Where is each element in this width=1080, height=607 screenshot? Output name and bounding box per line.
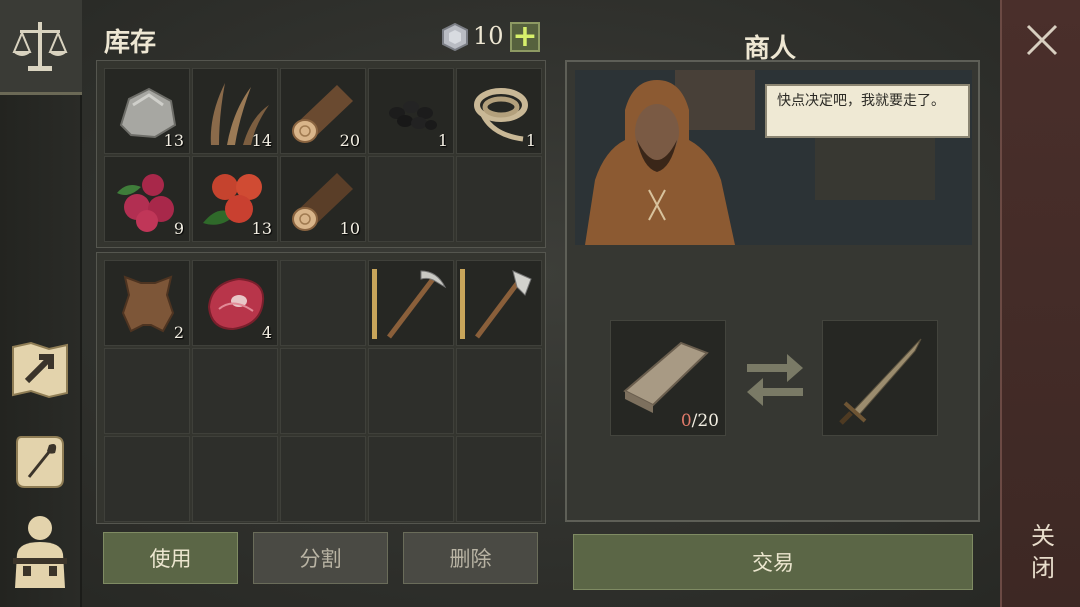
- inventory-slot-pickaxe[interactable]: [368, 260, 454, 346]
- inventory-slot-leather[interactable]: 2: [104, 260, 190, 346]
- item-count: 2: [173, 323, 184, 342]
- item-count: 1: [437, 131, 448, 150]
- swap-arrows-icon: [743, 350, 807, 406]
- inventory-slot-rope[interactable]: 1: [456, 68, 542, 154]
- merchant-panel: 快点决定吧，我就要走了。 0/20: [565, 60, 980, 522]
- inventory-slot-empty[interactable]: [456, 436, 542, 522]
- close-icon[interactable]: [1022, 20, 1062, 60]
- map-icon[interactable]: [8, 338, 72, 402]
- item-count: 9: [173, 219, 184, 238]
- item-count: 13: [251, 219, 272, 238]
- item-count: 14: [251, 131, 272, 150]
- close-label[interactable]: 关闭: [1026, 520, 1060, 584]
- delete-button[interactable]: 删除: [403, 532, 538, 584]
- pickaxe-icon: [387, 270, 447, 339]
- tab-trade[interactable]: [0, 0, 82, 95]
- inventory-slot-apples[interactable]: 13: [192, 156, 278, 242]
- add-currency-button[interactable]: +: [510, 22, 540, 52]
- inventory-slot-empty[interactable]: [456, 348, 542, 434]
- close-panel[interactable]: 关闭: [1000, 0, 1080, 607]
- inventory-slot-berries[interactable]: 9: [104, 156, 190, 242]
- inventory-slot-stone[interactable]: 13: [104, 68, 190, 154]
- scroll-quill-icon[interactable]: [8, 430, 72, 494]
- axe-icon: [475, 270, 532, 339]
- inventory-slot-empty[interactable]: [192, 436, 278, 522]
- trade-cost-count: 0/20: [681, 411, 719, 431]
- trade-button[interactable]: 交易: [573, 534, 973, 590]
- inventory-slot-empty[interactable]: [368, 348, 454, 434]
- plus-icon: +: [512, 19, 538, 54]
- merchant-portrait: 快点决定吧，我就要走了。: [575, 70, 972, 245]
- inventory-resources-grid: 13 14 20 1 1 9 13 10: [96, 60, 546, 248]
- inventory-slot-empty[interactable]: [280, 348, 366, 434]
- inventory-slot-meat[interactable]: 4: [192, 260, 278, 346]
- inventory-slot-axe[interactable]: [456, 260, 542, 346]
- sword-icon: [839, 338, 922, 425]
- inventory-slot-coal[interactable]: 1: [368, 68, 454, 154]
- item-count: 13: [163, 131, 184, 150]
- trade-have-count: 0: [680, 411, 692, 431]
- item-count: 1: [525, 131, 536, 150]
- inventory-slot-empty[interactable]: [280, 260, 366, 346]
- merchant-speech-bubble: 快点决定吧，我就要走了。: [765, 84, 970, 138]
- item-count: 20: [339, 131, 360, 150]
- trade-reward-slot[interactable]: [822, 320, 938, 436]
- trade-need-count: /20: [691, 411, 719, 431]
- split-button[interactable]: 分割: [253, 532, 388, 584]
- inventory-title: 库存: [104, 28, 157, 58]
- inventory-slot-fiber[interactable]: 14: [192, 68, 278, 154]
- item-count: 4: [261, 323, 272, 342]
- item-count: 10: [339, 219, 360, 238]
- inventory-slot-empty[interactable]: [280, 436, 366, 522]
- character-icon[interactable]: [8, 516, 72, 588]
- inventory-slot-empty[interactable]: [104, 348, 190, 434]
- inventory-slot-empty[interactable]: [368, 436, 454, 522]
- currency-icon: [441, 22, 469, 52]
- scales-icon: [8, 14, 72, 78]
- inventory-slot-empty[interactable]: [368, 156, 454, 242]
- inventory-slot-empty[interactable]: [456, 156, 542, 242]
- currency-amount: 10: [473, 22, 504, 50]
- trade-cost-slot[interactable]: 0/20: [610, 320, 726, 436]
- inventory-gear-grid: 2 4: [96, 252, 546, 524]
- use-button[interactable]: 使用: [103, 532, 238, 584]
- inventory-slot-empty[interactable]: [104, 436, 190, 522]
- inventory-slot-log-2[interactable]: 10: [280, 156, 366, 242]
- inventory-slot-empty[interactable]: [192, 348, 278, 434]
- side-nav: [0, 0, 82, 607]
- inventory-slot-log[interactable]: 20: [280, 68, 366, 154]
